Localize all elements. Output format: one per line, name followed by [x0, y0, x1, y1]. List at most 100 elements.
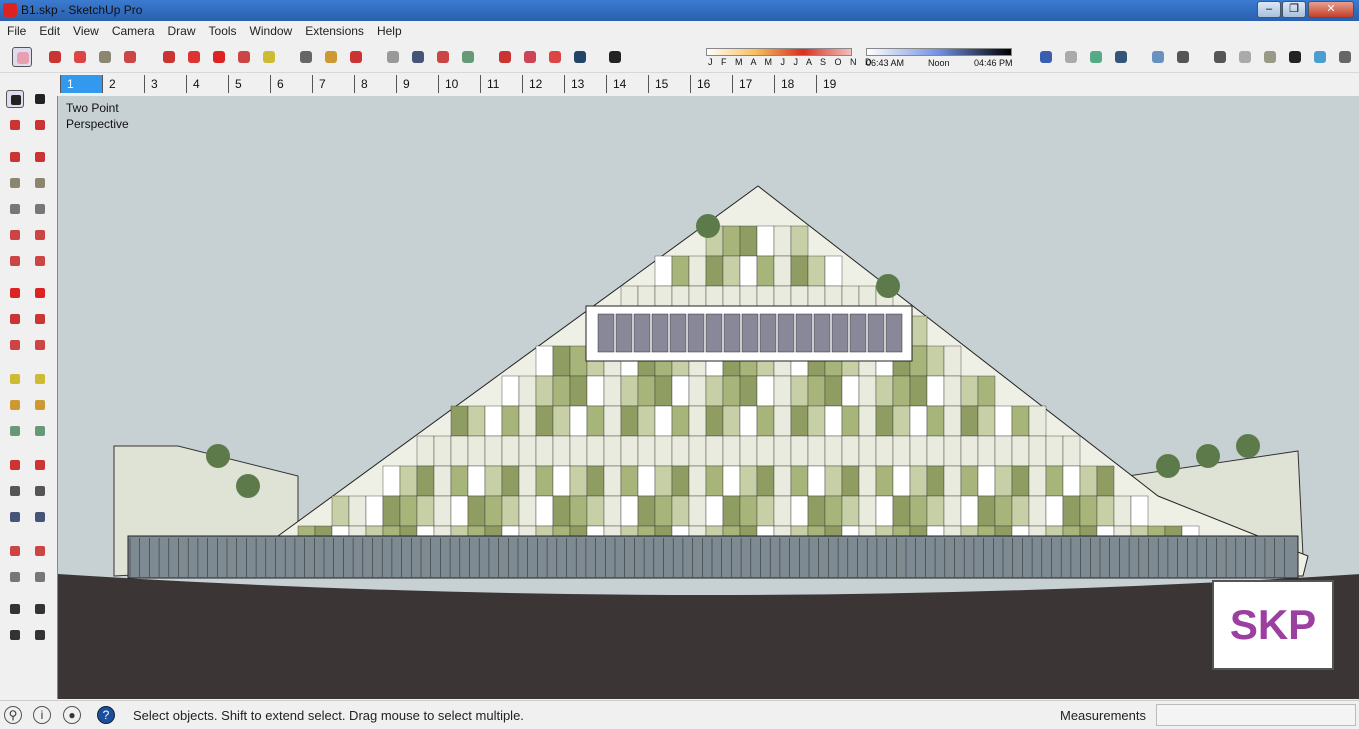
move-icon[interactable] — [209, 47, 229, 67]
help-icon[interactable]: ? — [97, 706, 115, 724]
tool-13-0-icon[interactable] — [6, 456, 24, 474]
tool-10-0-icon[interactable] — [6, 370, 24, 388]
tool-16-0-icon[interactable] — [6, 542, 24, 560]
menu-view[interactable]: View — [66, 22, 105, 38]
tool-8-0-icon[interactable] — [6, 310, 24, 328]
tool-6-1-icon[interactable] — [31, 252, 49, 270]
follow-me-icon[interactable] — [184, 47, 204, 67]
tool-17-0-icon[interactable] — [6, 568, 24, 586]
scene-tab-17[interactable]: 17 — [732, 75, 774, 93]
tool-11-1-icon[interactable] — [31, 396, 49, 414]
shaded-textures-icon[interactable] — [1310, 47, 1330, 67]
tool-9-1-icon[interactable] — [31, 336, 49, 354]
drawing-viewport[interactable]: Two Point Perspective SKP — [57, 96, 1359, 699]
tool-15-1-icon[interactable] — [31, 508, 49, 526]
tool-7-1-icon[interactable] — [31, 284, 49, 302]
scene-tab-11[interactable]: 11 — [480, 75, 522, 93]
scene-tab-12[interactable]: 12 — [522, 75, 564, 93]
user-icon[interactable]: ● — [63, 706, 81, 724]
select-icon[interactable] — [12, 47, 32, 67]
tool-19-0-icon[interactable] — [6, 626, 24, 644]
extension-warehouse-icon[interactable] — [545, 47, 565, 67]
scene-tab-19[interactable]: 19 — [816, 75, 858, 93]
section-fill-icon[interactable] — [1036, 47, 1056, 67]
tool-1-1-icon[interactable] — [31, 116, 49, 134]
geo-location-icon[interactable]: ⚲ — [4, 706, 22, 724]
menu-help[interactable]: Help — [370, 22, 408, 38]
minimize-button[interactable]: – — [1257, 1, 1281, 18]
scene-tab-16[interactable]: 16 — [690, 75, 732, 93]
tool-2-1-icon[interactable] — [31, 148, 49, 166]
tool-4-1-icon[interactable] — [31, 200, 49, 218]
scene-tab-18[interactable]: 18 — [774, 75, 816, 93]
geo-location-icon[interactable] — [1061, 47, 1081, 67]
zoom-icon[interactable] — [433, 47, 453, 67]
tool-17-1-icon[interactable] — [31, 568, 49, 586]
shadow-time-slider[interactable] — [866, 48, 1012, 56]
pan-icon[interactable] — [408, 47, 428, 67]
section-icon[interactable] — [605, 47, 625, 67]
scene-tab-9[interactable]: 9 — [396, 75, 438, 93]
menu-tools[interactable]: Tools — [202, 22, 243, 38]
scene-tab-3[interactable]: 3 — [144, 75, 186, 93]
eraser-icon[interactable] — [45, 47, 65, 67]
ground-icon[interactable] — [1148, 47, 1168, 67]
scale-icon[interactable] — [259, 47, 279, 67]
tool-12-1-icon[interactable] — [31, 422, 49, 440]
tape-measure-icon[interactable] — [296, 47, 316, 67]
back-edges-icon[interactable] — [1210, 47, 1230, 67]
scene-tab-1[interactable]: 1 — [60, 75, 102, 93]
scene-tab-13[interactable]: 13 — [564, 75, 606, 93]
scene-tab-8[interactable]: 8 — [354, 75, 396, 93]
tool-0-1-icon[interactable] — [31, 90, 49, 108]
tool-14-1-icon[interactable] — [31, 482, 49, 500]
tool-7-0-icon[interactable] — [6, 284, 24, 302]
add-location-icon[interactable] — [495, 47, 515, 67]
tool-14-0-icon[interactable] — [6, 482, 24, 500]
menu-edit[interactable]: Edit — [32, 22, 66, 38]
tool-4-0-icon[interactable] — [6, 200, 24, 218]
tool-3-1-icon[interactable] — [31, 174, 49, 192]
menu-camera[interactable]: Camera — [105, 22, 161, 38]
orbit-icon[interactable] — [383, 47, 403, 67]
tool-11-0-icon[interactable] — [6, 396, 24, 414]
scene-tab-14[interactable]: 14 — [606, 75, 648, 93]
tool-6-0-icon[interactable] — [6, 252, 24, 270]
tool-19-1-icon[interactable] — [31, 626, 49, 644]
scene-tab-10[interactable]: 10 — [438, 75, 480, 93]
scene-tab-5[interactable]: 5 — [228, 75, 270, 93]
tool-0-0-icon[interactable] — [6, 90, 24, 108]
tool-1-0-icon[interactable] — [6, 116, 24, 134]
text-icon[interactable] — [321, 47, 341, 67]
tool-3-0-icon[interactable] — [6, 174, 24, 192]
wireframe-icon[interactable] — [1235, 47, 1255, 67]
tool-9-0-icon[interactable] — [6, 336, 24, 354]
tool-13-1-icon[interactable] — [31, 456, 49, 474]
push-pull-icon[interactable] — [159, 47, 179, 67]
menu-file[interactable]: File — [0, 22, 32, 38]
close-button[interactable]: ✕ — [1308, 1, 1354, 18]
scene-tab-7[interactable]: 7 — [312, 75, 354, 93]
shadow-date-slider[interactable] — [706, 48, 852, 56]
menu-extensions[interactable]: Extensions — [298, 22, 370, 38]
hidden-line-icon[interactable] — [1260, 47, 1280, 67]
rectangle-icon[interactable] — [120, 47, 140, 67]
scene-tab-6[interactable]: 6 — [270, 75, 312, 93]
tool-18-0-icon[interactable] — [6, 600, 24, 618]
maximize-button[interactable]: ❐ — [1282, 1, 1306, 18]
tool-15-0-icon[interactable] — [6, 508, 24, 526]
credits-icon[interactable]: i — [33, 706, 51, 724]
tool-8-1-icon[interactable] — [31, 310, 49, 328]
zoom-extents-icon[interactable] — [458, 47, 478, 67]
tool-16-1-icon[interactable] — [31, 542, 49, 560]
tool-10-1-icon[interactable] — [31, 370, 49, 388]
tool-18-1-icon[interactable] — [31, 600, 49, 618]
pencil-icon[interactable] — [70, 47, 90, 67]
menu-window[interactable]: Window — [243, 22, 299, 38]
scene-tab-4[interactable]: 4 — [186, 75, 228, 93]
rotate-icon[interactable] — [234, 47, 254, 67]
scene-tab-15[interactable]: 15 — [648, 75, 690, 93]
layout-icon[interactable] — [570, 47, 590, 67]
paint-bucket-icon[interactable] — [346, 47, 366, 67]
tool-5-0-icon[interactable] — [6, 226, 24, 244]
